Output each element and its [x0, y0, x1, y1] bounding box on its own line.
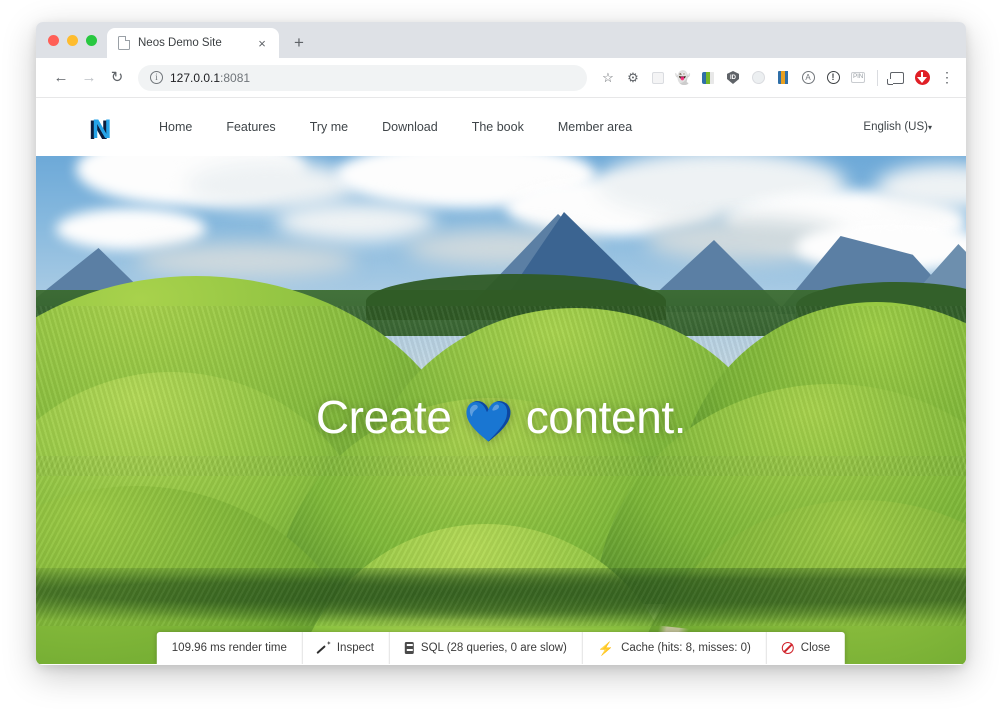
close-label: Close — [800, 642, 831, 654]
bookmark-star-icon[interactable]: ☆ — [597, 67, 619, 89]
sql-label: SQL (28 queries, 0 are slow) — [420, 642, 567, 654]
browser-menu-icon[interactable]: ⋮ — [936, 67, 958, 89]
globe-extension-icon[interactable] — [747, 67, 769, 89]
url-port: :8081 — [220, 70, 251, 85]
gear-extension-icon[interactable]: ⚙ — [622, 67, 644, 89]
window-close-button[interactable] — [48, 34, 59, 46]
logo-letter: N — [92, 114, 112, 144]
debug-sql-button[interactable]: SQL (28 queries, 0 are slow) — [390, 632, 583, 664]
circle-a-extension-icon[interactable]: A — [797, 67, 819, 89]
debug-cache-button[interactable]: ⚡ Cache (hits: 8, misses: 0) — [583, 632, 767, 664]
cache-label: Cache (hits: 8, misses: 0) — [621, 642, 751, 654]
url-host: 127.0.0.1 — [170, 70, 221, 85]
hero-title-before: Create — [315, 391, 452, 443]
window-maximize-button[interactable] — [86, 34, 97, 46]
circle-info-extension-icon[interactable]: ! — [822, 67, 844, 89]
back-icon[interactable]: ← — [48, 65, 74, 91]
nav-item-features[interactable]: Features — [209, 114, 292, 140]
debug-render-time: 109.96 ms render time — [157, 632, 303, 664]
window-traffic-lights — [44, 22, 107, 58]
site-menu: Home Features Try me Download The book M… — [142, 114, 649, 140]
url-text: 127.0.0.1:8081 — [170, 71, 250, 85]
nav-item-the-book[interactable]: The book — [455, 114, 541, 140]
site-navigation: N N Home Features Try me Download The bo… — [36, 98, 966, 156]
pin-extension-icon[interactable]: PIN — [847, 67, 869, 89]
database-icon — [404, 642, 414, 654]
inspect-label: Inspect — [336, 642, 374, 654]
nav-item-download[interactable]: Download — [365, 114, 455, 140]
ban-icon — [781, 642, 794, 654]
language-label: English (US) — [863, 121, 928, 133]
language-switcher[interactable]: English (US)▾ — [863, 121, 932, 133]
grid-extension-icon[interactable] — [647, 67, 669, 89]
debug-close-button[interactable]: Close — [767, 632, 845, 664]
blue-heart-icon: 💙 — [463, 400, 514, 444]
nav-item-try-me[interactable]: Try me — [293, 114, 365, 140]
chevron-down-icon: ▾ — [927, 123, 932, 132]
book-extension-icon[interactable] — [772, 67, 794, 89]
ghostery-extension-icon[interactable]: 👻 — [672, 67, 694, 89]
page-viewport: N N Home Features Try me Download The bo… — [36, 98, 966, 664]
tab-neos-demo-site[interactable]: Neos Demo Site × — [107, 28, 279, 58]
toolbar-icon-group: ☆ ⚙ 👻 ID A ! PIN ⋮ — [597, 67, 958, 89]
forward-icon[interactable]: → — [76, 65, 102, 91]
window-minimize-button[interactable] — [67, 34, 78, 46]
neos-debug-toolbar: 109.96 ms render time Inspect SQL (28 qu… — [156, 632, 846, 664]
page-favicon-icon — [118, 36, 130, 50]
site-info-icon[interactable]: i — [150, 71, 163, 84]
toolbar-divider — [877, 69, 878, 86]
chart-extension-icon[interactable] — [697, 67, 719, 89]
hero-section: Create 💙 content. 109.96 ms render time … — [36, 156, 966, 664]
reload-icon[interactable]: ↻ — [104, 65, 130, 91]
address-bar[interactable]: i 127.0.0.1:8081 — [138, 64, 587, 91]
tab-strip: Neos Demo Site × + — [36, 22, 966, 58]
neos-logo-icon[interactable]: N N — [86, 112, 116, 145]
brand-extension-icon[interactable] — [911, 67, 933, 89]
hero-headline: Create 💙 content. — [36, 390, 966, 445]
bolt-icon: ⚡ — [597, 640, 615, 656]
browser-toolbar: ← → ↻ i 127.0.0.1:8081 ☆ ⚙ 👻 ID A ! PIN … — [36, 58, 966, 98]
nav-item-home[interactable]: Home — [142, 114, 209, 140]
close-icon[interactable]: × — [254, 35, 270, 51]
tab-title: Neos Demo Site — [138, 37, 222, 49]
hero-title-after: content. — [525, 391, 687, 443]
cast-icon[interactable] — [886, 67, 908, 89]
shield-extension-icon[interactable]: ID — [722, 67, 744, 89]
render-time-label: 109.96 ms render time — [171, 642, 287, 654]
browser-window: Neos Demo Site × + ← → ↻ i 127.0.0.1:808… — [36, 22, 966, 665]
wand-icon — [318, 642, 330, 654]
new-tab-button[interactable]: + — [285, 28, 313, 56]
debug-inspect-button[interactable]: Inspect — [303, 632, 390, 664]
nav-item-member-area[interactable]: Member area — [541, 114, 649, 140]
